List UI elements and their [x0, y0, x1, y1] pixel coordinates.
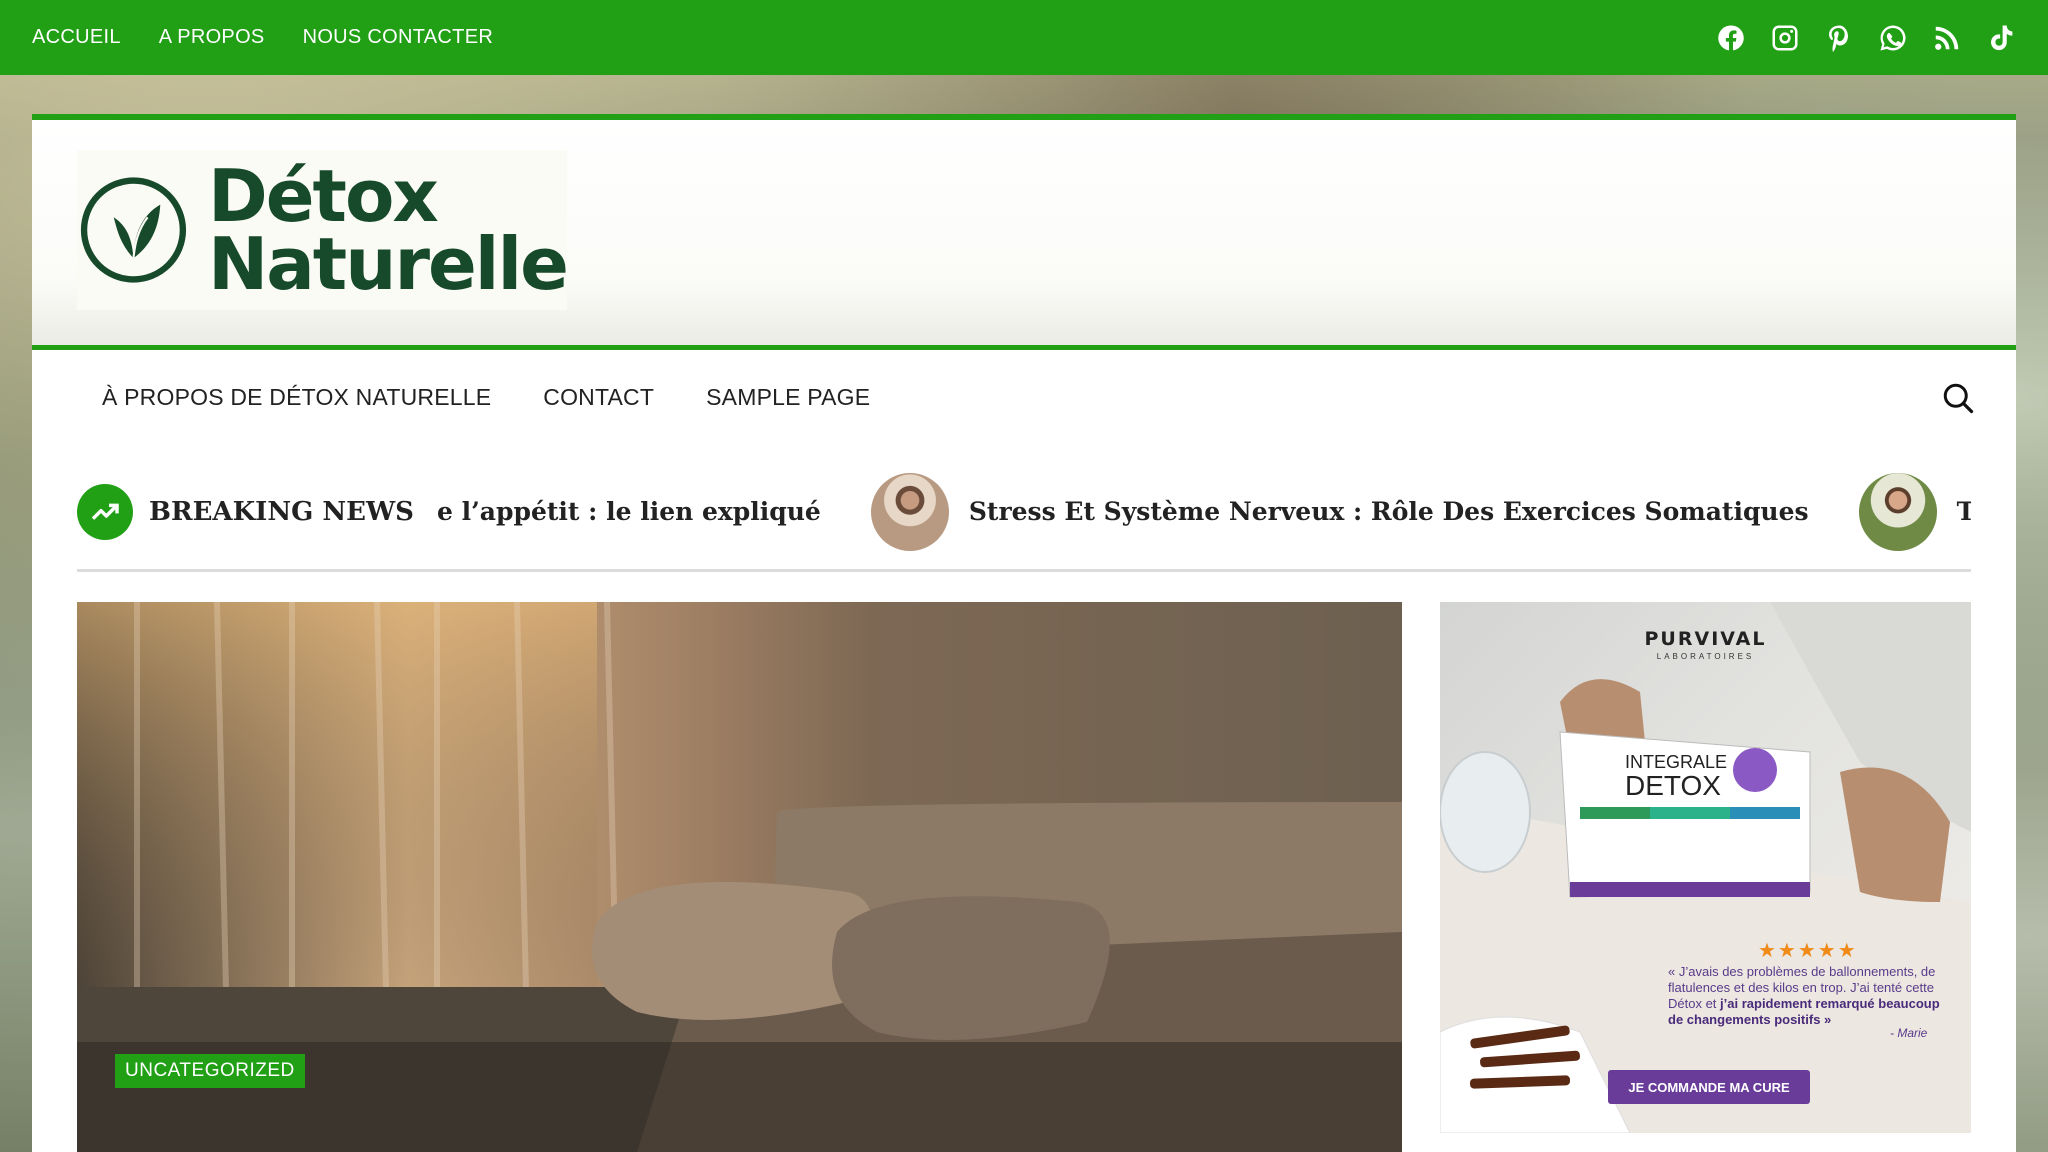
ad-author: - Marie	[1890, 1026, 1928, 1040]
site-logo[interactable]: Détox Naturelle	[77, 150, 569, 310]
category-badge[interactable]: UNCATEGORIZED	[115, 1054, 305, 1088]
featured-post-image[interactable]: UNCATEGORIZED	[77, 602, 1402, 1152]
tiktok-icon[interactable]	[1986, 23, 2016, 53]
breaking-news-label: BREAKING NEWS	[77, 483, 437, 540]
leaf-logo-icon	[80, 177, 187, 283]
breaking-news-ticker: BREAKING NEWS e l’appétit : le lien expl…	[77, 454, 1971, 572]
ad-box-title2: DETOX	[1625, 770, 1721, 801]
nav-sample-page[interactable]: SAMPLE PAGE	[706, 384, 870, 411]
top-nav-a-propos[interactable]: A PROPOS	[159, 26, 265, 49]
pinterest-icon[interactable]	[1824, 23, 1854, 53]
nav-contact[interactable]: CONTACT	[543, 384, 654, 411]
ticker-item[interactable]: Techniques de	[1957, 497, 1971, 526]
instagram-icon[interactable]	[1770, 23, 1800, 53]
ad-brand: PURVIVAL	[1644, 628, 1767, 650]
logo-line1: Détox	[207, 154, 439, 238]
ticker-item[interactable]: Stress Et Système Nerveux : Rôle Des Exe…	[969, 497, 1809, 526]
top-nav-nous-contacter[interactable]: NOUS CONTACTER	[303, 26, 494, 49]
logo-line2: Naturelle	[207, 222, 569, 306]
top-bar: ACCUEIL A PROPOS NOUS CONTACTER	[0, 0, 2048, 75]
top-nav-accueil[interactable]: ACCUEIL	[32, 26, 121, 49]
ad-brand-sub: LABORATOIRES	[1656, 652, 1755, 661]
page-container: Détox Naturelle À PROPOS DE DÉTOX NATURE…	[32, 114, 2016, 1152]
ticker-thumbnail[interactable]	[870, 472, 949, 551]
facebook-icon[interactable]	[1716, 23, 1746, 53]
breaking-news-title: BREAKING NEWS	[149, 496, 414, 527]
ad-quote: « J’avais des problèmes de ballonnements…	[1668, 964, 1958, 1028]
product-photo	[1440, 602, 1971, 1133]
whatsapp-icon[interactable]	[1878, 23, 1908, 53]
trending-up-icon	[77, 483, 133, 540]
rss-icon[interactable]	[1932, 23, 1962, 53]
ad-quote-end: »	[1820, 1012, 1832, 1027]
site-header: Détox Naturelle	[32, 114, 2016, 350]
ad-cta-button[interactable]: JE COMMANDE MA CURE	[1608, 1070, 1810, 1104]
ticker-track: e l’appétit : le lien expliqué Stress Et…	[437, 472, 1971, 551]
ticker-thumbnail[interactable]	[1858, 472, 1937, 551]
social-links	[1716, 23, 2016, 53]
ad-rating-stars: ★★★★★	[1758, 940, 1858, 962]
top-nav: ACCUEIL A PROPOS NOUS CONTACTER	[32, 26, 493, 49]
nav-a-propos[interactable]: À PROPOS DE DÉTOX NATURELLE	[102, 384, 491, 411]
search-icon[interactable]	[1940, 380, 1976, 416]
logo-text: Détox Naturelle	[207, 154, 569, 306]
ticker-item[interactable]: e l’appétit : le lien expliqué	[437, 497, 821, 526]
main-nav: À PROPOS DE DÉTOX NATURELLE CONTACT SAMP…	[32, 350, 2016, 444]
sidebar-ad-banner[interactable]: PURVIVAL LABORATOIRES INTEGRALE DETOX ★★…	[1440, 602, 1971, 1133]
